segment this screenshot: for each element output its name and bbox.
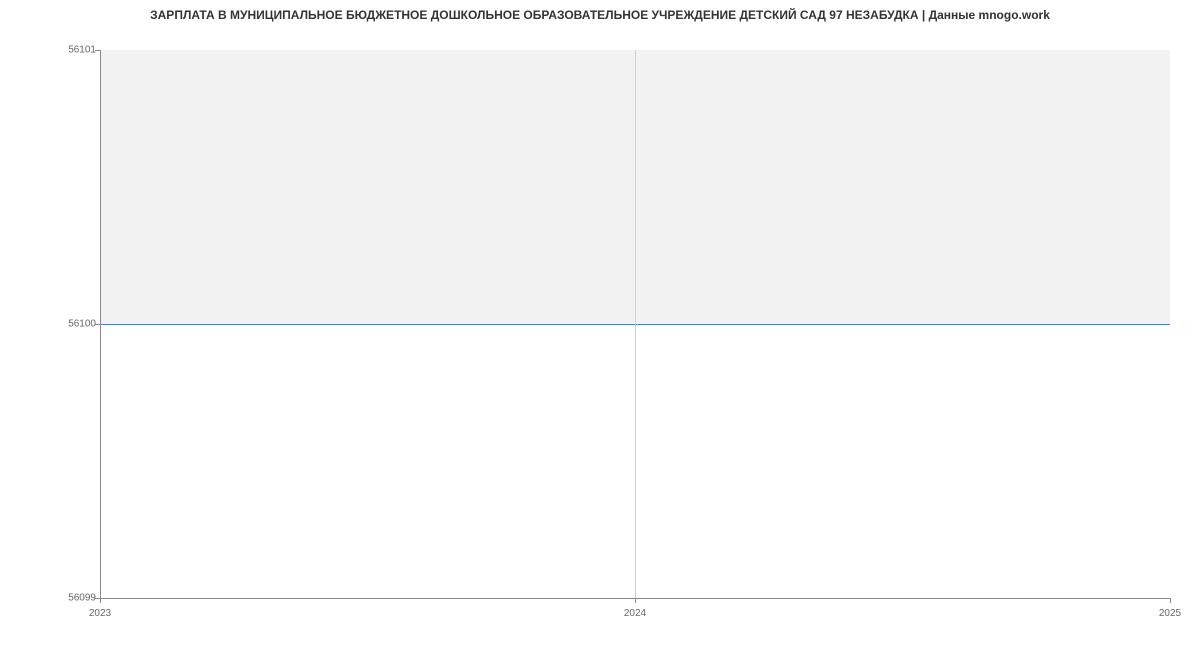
x-tick-label: 2025 [1159,608,1181,619]
x-tick-label: 2024 [624,608,646,619]
x-tick-mark [635,598,636,603]
y-axis [100,50,101,598]
y-tick-label: 56101 [68,45,96,56]
x-tick-mark [100,598,101,603]
chart-container: ЗАРПЛАТА В МУНИЦИПАЛЬНОЕ БЮДЖЕТНОЕ ДОШКО… [0,0,1200,650]
x-gridline [635,50,636,598]
chart-title: ЗАРПЛАТА В МУНИЦИПАЛЬНОЕ БЮДЖЕТНОЕ ДОШКО… [0,8,1200,22]
y-tick-label: 56099 [68,593,96,604]
y-tick-label: 56100 [68,319,96,330]
x-tick-mark [1170,598,1171,603]
x-tick-label: 2023 [89,608,111,619]
